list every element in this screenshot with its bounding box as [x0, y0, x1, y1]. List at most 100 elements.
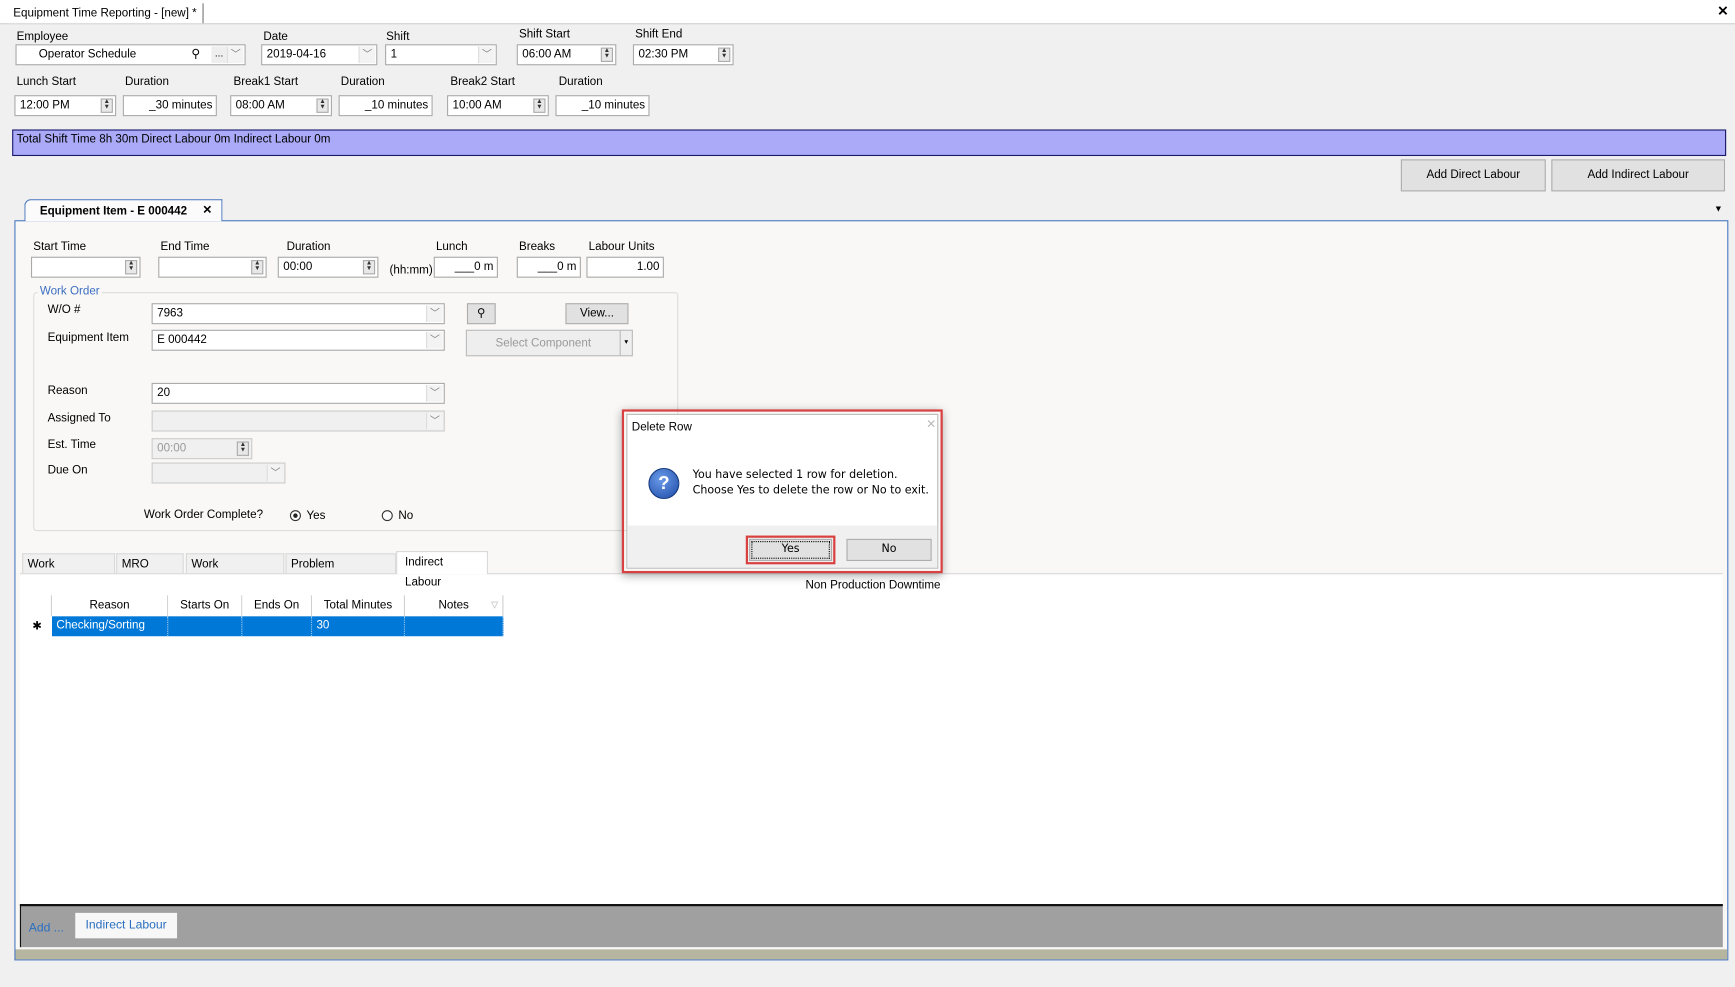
end-time-label: End Time: [160, 240, 210, 254]
tab-equipment-item[interactable]: Equipment Item - E 000442 ✕: [24, 199, 223, 222]
delete-row-dialog-highlight: Delete Row ✕ ? You have selected 1 row f…: [621, 409, 943, 574]
wo-complete-no-radio[interactable]: [381, 510, 393, 522]
tab-label: Equipment Item - E 000442: [39, 204, 188, 218]
non-production-downtime-caption: Non Production Downtime: [805, 578, 941, 592]
chevron-down-icon[interactable]: ﹀: [478, 46, 495, 64]
wo-complete-yes-radio[interactable]: [289, 510, 301, 522]
dialog-message-line1: You have selected 1 row for deletion.: [692, 469, 898, 482]
spinner-icon[interactable]: ▲ ▼: [251, 260, 264, 275]
add-indirect-labour-button[interactable]: Add Indirect Labour: [1551, 159, 1726, 192]
spinner-icon[interactable]: ▲ ▼: [100, 98, 113, 113]
add-label: Add ...: [28, 921, 64, 935]
view-button[interactable]: View...: [565, 303, 629, 325]
spinner-icon[interactable]: ▲ ▼: [718, 47, 731, 62]
shift-select[interactable]: 1 ﹀: [385, 44, 497, 66]
est-time-label: Est. Time: [47, 438, 97, 452]
spinner-icon: ▲ ▼: [236, 441, 249, 456]
chevron-down-icon[interactable]: ﹀: [226, 46, 244, 64]
breaks-field[interactable]: ___0 m: [516, 256, 581, 278]
column-header-total-minutes[interactable]: Total Minutes: [312, 595, 405, 617]
add-indirect-labour-link[interactable]: Indirect Labour: [75, 912, 178, 939]
chevron-down-icon[interactable]: ﹀: [426, 385, 443, 402]
break1-duration-field[interactable]: _10 minutes: [338, 95, 433, 117]
add-toolbar: [19, 904, 1723, 948]
equipment-item-select[interactable]: E 000442 ﹀: [151, 329, 445, 351]
cell-total-minutes[interactable]: 30: [312, 616, 405, 637]
wo-complete-label: Work Order Complete?: [143, 507, 264, 522]
shift-label: Shift: [386, 29, 410, 44]
break2-duration-label: Duration: [558, 75, 603, 89]
lunch-duration-field[interactable]: _30 minutes: [122, 95, 217, 117]
wo-search-button[interactable]: ⚲: [466, 303, 496, 325]
lunch-start-field[interactable]: 12:00 PM ▲ ▼: [14, 95, 117, 117]
shift-start-label: Shift Start: [518, 27, 570, 41]
tab-problem-description[interactable]: Problem Description: [285, 553, 397, 591]
dialog-message-line2: Choose Yes to delete the row or No to ex…: [692, 484, 929, 497]
reason-select[interactable]: 20 ﹀: [151, 382, 445, 404]
spinner-icon[interactable]: ▲ ▼: [316, 98, 329, 113]
wo-complete-no-label[interactable]: No: [398, 509, 413, 522]
cell-ends-on[interactable]: [242, 616, 313, 637]
end-time-field[interactable]: ▲ ▼: [158, 256, 267, 278]
break1-start-label: Break1 Start: [233, 75, 299, 89]
cell-notes[interactable]: [404, 616, 504, 637]
cell-reason[interactable]: Checking/Sorting: [52, 616, 169, 637]
duration-field[interactable]: 00:00 ▲ ▼: [277, 256, 379, 278]
title-bar: [0, 0, 1735, 25]
close-icon[interactable]: ✕: [1717, 3, 1728, 18]
tab-mro-items[interactable]: MRO Items: [116, 553, 184, 591]
tab-indirect-labour[interactable]: Indirect Labour: [396, 551, 488, 589]
add-direct-labour-button[interactable]: Add Direct Labour: [1400, 159, 1546, 192]
lunch-start-label: Lunch Start: [16, 75, 77, 89]
tab-work-performed[interactable]: Work Performed: [22, 553, 116, 591]
assigned-to-select[interactable]: ﹀: [151, 410, 445, 432]
dialog-title: Delete Row: [631, 420, 692, 434]
ellipsis-button[interactable]: ...: [211, 46, 227, 64]
spinner-icon[interactable]: ▲ ▼: [533, 98, 546, 113]
spinner-icon[interactable]: ▲ ▼: [362, 260, 376, 275]
new-row-indicator[interactable]: ✱: [22, 616, 53, 637]
chevron-down-icon: ﹀: [426, 412, 443, 430]
break1-start-field[interactable]: 08:00 AM ▲ ▼: [230, 95, 332, 117]
shift-start-field[interactable]: 06:00 AM ▲ ▼: [516, 44, 617, 66]
close-tab-icon[interactable]: ✕: [202, 204, 212, 217]
breaks-label: Breaks: [518, 240, 556, 254]
tab-list-dropdown-icon[interactable]: ▼: [1714, 204, 1723, 214]
select-component-dropdown[interactable]: ▾: [619, 329, 633, 357]
window-tab[interactable]: Equipment Time Reporting - [new] *: [7, 3, 204, 24]
dialog-close-icon[interactable]: ✕: [926, 417, 936, 431]
labour-units-field[interactable]: 1.00: [586, 256, 664, 278]
date-picker[interactable]: 2019-04-16 ﹀: [261, 44, 378, 66]
column-header-starts-on[interactable]: Starts On: [168, 595, 243, 617]
column-header-notes[interactable]: Notes ▽: [404, 594, 504, 617]
wo-select[interactable]: 7963 ﹀: [151, 303, 445, 325]
cell-starts-on[interactable]: [168, 616, 243, 637]
start-time-field[interactable]: ▲ ▼: [30, 256, 141, 278]
column-header-ends-on[interactable]: Ends On: [242, 595, 313, 617]
lunch-label: Lunch: [435, 240, 468, 254]
filter-icon[interactable]: ▽: [491, 594, 498, 615]
break2-start-field[interactable]: 10:00 AM ▲ ▼: [447, 95, 549, 117]
spinner-icon[interactable]: ▲ ▼: [600, 47, 614, 62]
employee-value: Operator Schedule: [38, 47, 137, 61]
break2-start-label: Break2 Start: [450, 75, 515, 89]
chevron-down-icon[interactable]: ﹀: [426, 331, 443, 349]
binoculars-icon: ⚲: [477, 306, 486, 320]
binoculars-icon[interactable]: ⚲: [191, 45, 200, 64]
employee-field[interactable]: Operator Schedule ⚲ ... ﹀: [15, 44, 246, 66]
due-on-picker[interactable]: ﹀: [151, 462, 286, 484]
column-header-reason[interactable]: Reason: [52, 595, 169, 617]
select-component-button[interactable]: Select Component: [465, 329, 621, 357]
lunch-field[interactable]: ___0 m: [433, 256, 498, 278]
equipment-time-reporting-window: Equipment Time Reporting - [new] * ✕ Emp…: [0, 0, 1735, 987]
est-time-field[interactable]: 00:00 ▲ ▼: [151, 438, 253, 460]
spinner-icon[interactable]: ▲ ▼: [125, 260, 138, 275]
chevron-down-icon[interactable]: ﹀: [426, 305, 443, 322]
no-button[interactable]: No: [846, 538, 932, 561]
chevron-down-icon[interactable]: ﹀: [358, 46, 376, 64]
shift-end-field[interactable]: 02:30 PM ▲ ▼: [632, 44, 734, 66]
tab-work-instructions[interactable]: Work Instructions: [185, 553, 285, 591]
wo-complete-yes-label[interactable]: Yes: [307, 509, 326, 522]
yes-button[interactable]: Yes: [749, 538, 833, 561]
break2-duration-field[interactable]: _10 minutes: [555, 95, 650, 117]
